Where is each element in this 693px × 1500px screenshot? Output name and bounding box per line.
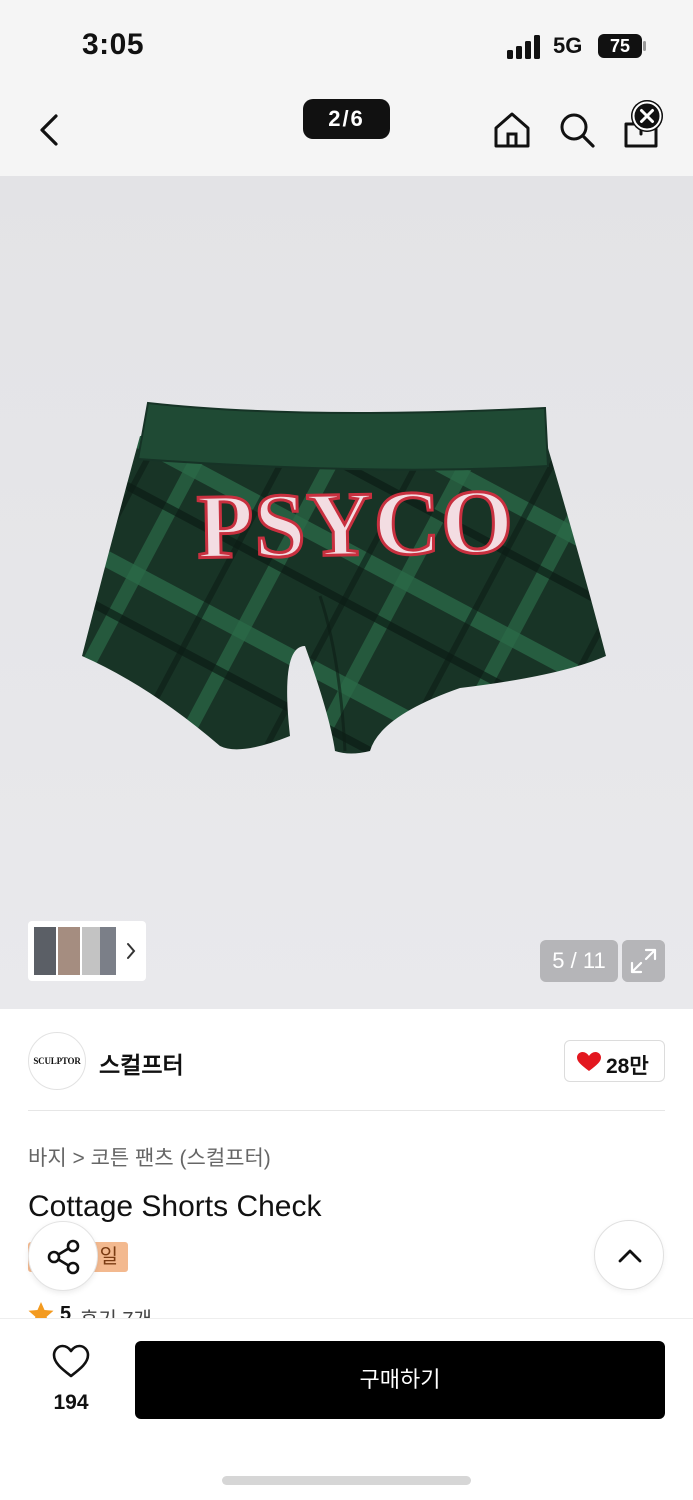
shorts-image bbox=[82, 401, 606, 754]
chevron-right-icon[interactable] bbox=[124, 941, 138, 961]
chevron-left-icon[interactable] bbox=[30, 108, 70, 152]
shorts-print-text: PSYCO bbox=[195, 469, 517, 580]
heart-filled-icon bbox=[577, 1052, 601, 1071]
scroll-top-button[interactable] bbox=[594, 1220, 664, 1290]
rating-row[interactable]: 5 후기 7개 bbox=[28, 1300, 228, 1320]
brand-name[interactable]: 스컬프터 bbox=[99, 1046, 184, 1080]
product-image[interactable]: PSYCO 5 / 11 bbox=[0, 176, 693, 1009]
brand-row[interactable]: SCULPTOR 스컬프터 28만 bbox=[0, 1010, 693, 1110]
close-icon[interactable] bbox=[631, 100, 663, 132]
share-button[interactable] bbox=[28, 1221, 98, 1291]
image-counter: 5 / 11 bbox=[540, 940, 618, 982]
search-icon[interactable] bbox=[555, 108, 599, 152]
thumbnail-4[interactable] bbox=[100, 927, 116, 975]
thumbnail-strip[interactable] bbox=[28, 921, 146, 981]
expand-icon[interactable] bbox=[622, 940, 665, 982]
battery-cap bbox=[643, 41, 646, 51]
signal-icon bbox=[507, 35, 540, 59]
wishlist-count: 194 bbox=[53, 1391, 89, 1414]
buy-button[interactable]: 구매하기 bbox=[135, 1341, 665, 1419]
chevron-up-icon bbox=[618, 1249, 642, 1263]
status-time: 3:05 bbox=[82, 28, 145, 61]
thumbnail-2[interactable] bbox=[58, 927, 80, 975]
status-bar: 3:05 5G 75 bbox=[0, 0, 693, 90]
heart-outline-icon bbox=[52, 1344, 90, 1378]
brand-logo[interactable]: SCULPTOR bbox=[28, 1032, 86, 1090]
top-nav-bar: 2/6 bbox=[0, 90, 693, 176]
network-label: 5G bbox=[553, 33, 583, 58]
battery-icon: 75 bbox=[598, 34, 642, 58]
thumbnail-1[interactable] bbox=[34, 927, 56, 975]
wishlist-button[interactable]: 194 bbox=[40, 1343, 102, 1423]
share-icon bbox=[47, 1239, 80, 1275]
home-indicator bbox=[222, 1476, 471, 1485]
divider bbox=[28, 1110, 665, 1111]
home-icon[interactable] bbox=[490, 108, 534, 152]
brand-like-button[interactable]: 28만 bbox=[564, 1040, 665, 1082]
product-title: Cottage Shorts Check bbox=[28, 1190, 322, 1223]
brand-like-count: 28만 bbox=[606, 1055, 649, 1078]
page-counter: 2/6 bbox=[303, 99, 390, 139]
category-breadcrumb[interactable]: 바지 > 코튼 팬츠 (스컬프터) bbox=[28, 1142, 271, 1172]
bottom-action-bar: 194 구매하기 bbox=[0, 1318, 693, 1500]
